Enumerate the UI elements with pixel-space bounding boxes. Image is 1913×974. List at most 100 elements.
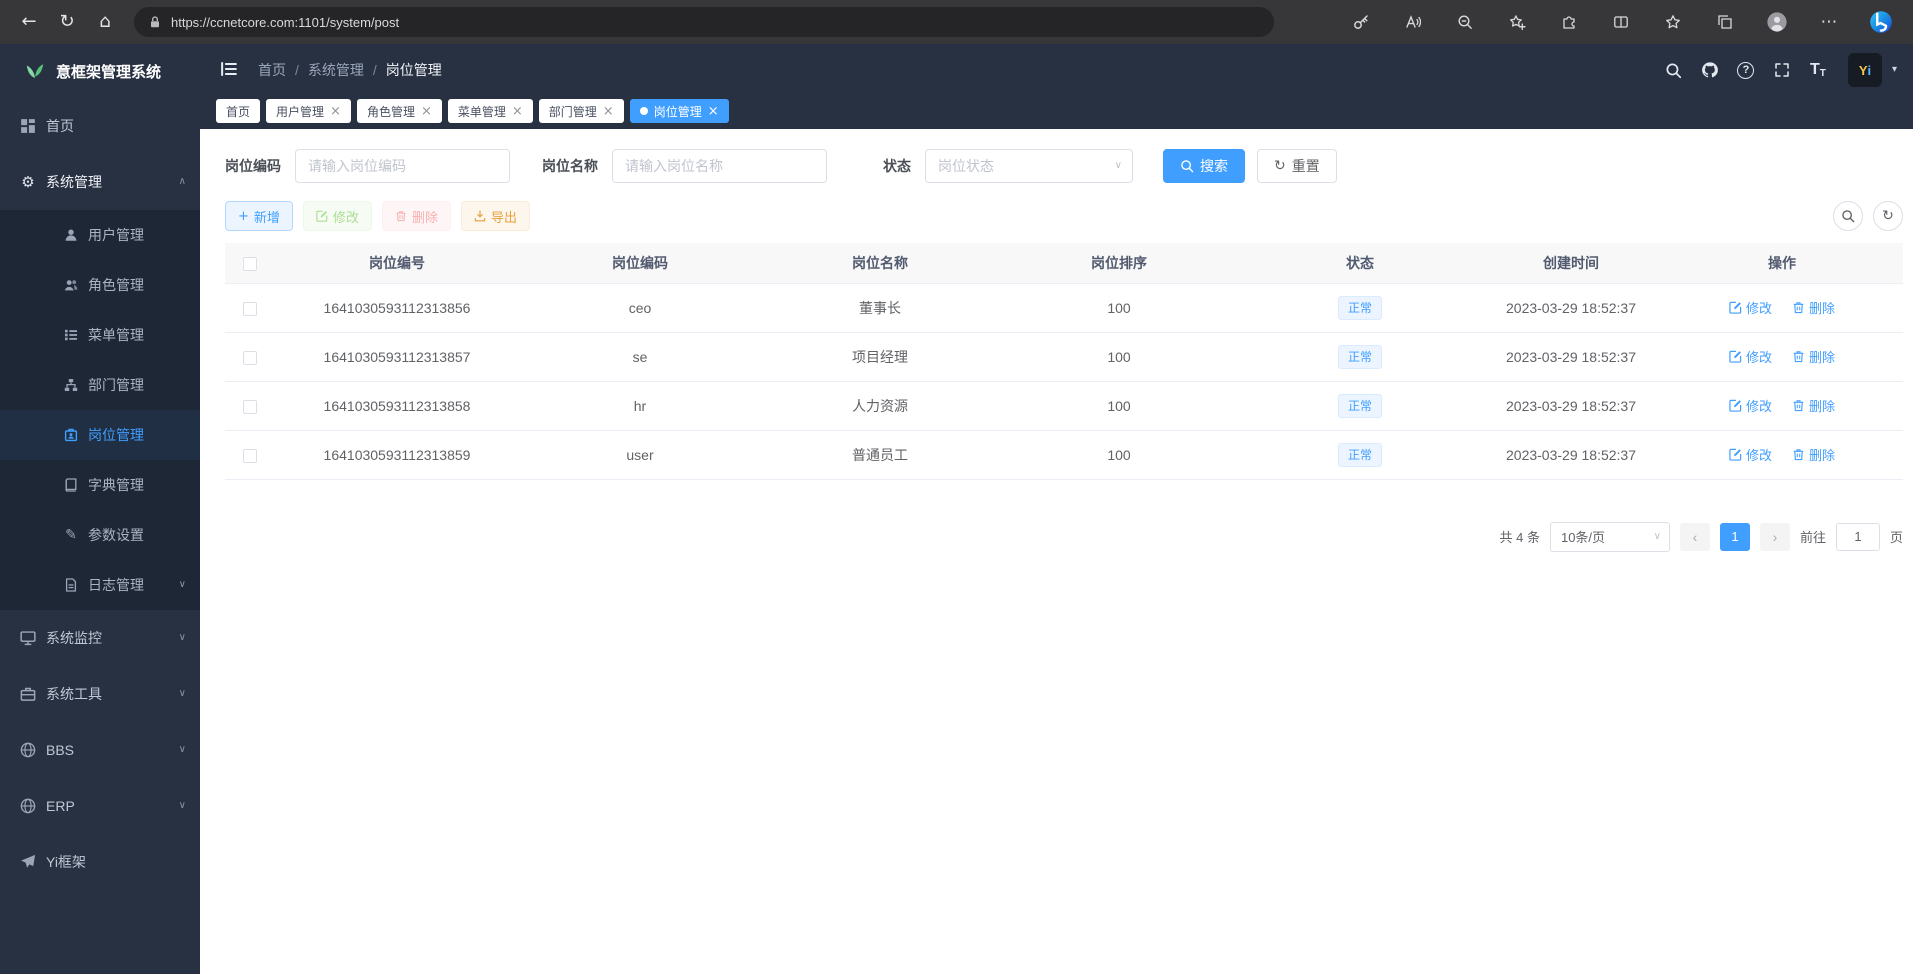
tab-role-mgmt[interactable]: 角色管理 × <box>357 99 442 123</box>
sidebar-collapse-button[interactable] <box>216 57 242 83</box>
close-icon[interactable]: × <box>603 105 614 118</box>
user-avatar[interactable] <box>1848 53 1882 87</box>
reset-button[interactable]: ↻ 重置 <box>1257 149 1337 183</box>
read-aloud-icon[interactable] <box>1391 5 1435 39</box>
extensions-icon[interactable] <box>1547 5 1591 39</box>
breadcrumb-system[interactable]: 系统管理 <box>308 60 364 80</box>
toggle-search-button[interactable] <box>1833 201 1863 231</box>
status-badge: 正常 <box>1338 443 1382 467</box>
browser-home-button[interactable]: ⌂ <box>86 5 124 39</box>
select-all-checkbox[interactable] <box>243 257 257 271</box>
post-name-input[interactable] <box>612 149 827 183</box>
site-lock-icon <box>148 15 162 29</box>
table-toolbar: + 新增 修改 删除 导出 ↻ <box>225 201 1903 231</box>
favorites-icon[interactable] <box>1651 5 1695 39</box>
filter-bar: 岗位编码 岗位名称 状态 岗位状态 ∨ 搜索 ↻ 重置 <box>225 149 1903 183</box>
col-header-post-name: 岗位名称 <box>761 243 999 283</box>
github-icon[interactable] <box>1694 54 1726 86</box>
post-code-input[interactable] <box>295 149 510 183</box>
close-icon[interactable]: × <box>330 105 341 118</box>
search-button[interactable]: 搜索 <box>1163 149 1245 183</box>
sidebar-item-home[interactable]: 首页 <box>0 98 200 154</box>
add-button[interactable]: + 新增 <box>225 201 293 231</box>
password-key-icon[interactable] <box>1339 5 1383 39</box>
refresh-icon: ↻ <box>1274 159 1286 173</box>
page-1-button[interactable]: 1 <box>1720 523 1750 551</box>
refresh-table-button[interactable]: ↻ <box>1873 201 1903 231</box>
breadcrumb-home[interactable]: 首页 <box>258 60 286 80</box>
tab-dept-mgmt[interactable]: 部门管理 × <box>539 99 624 123</box>
prev-page-button[interactable]: ‹ <box>1680 523 1710 551</box>
fullscreen-icon[interactable] <box>1766 54 1798 86</box>
delete-link[interactable]: 删除 <box>1792 298 1835 317</box>
close-icon[interactable]: × <box>708 105 719 118</box>
next-page-button[interactable]: › <box>1760 523 1790 551</box>
breadcrumb: 首页 / 系统管理 / 岗位管理 <box>258 60 442 80</box>
delete-link[interactable]: 删除 <box>1792 347 1835 366</box>
status-label: 状态 <box>883 156 911 176</box>
goto-page-input[interactable] <box>1836 523 1880 551</box>
sidebar-item-post-mgmt[interactable]: 岗位管理 <box>0 410 200 460</box>
delete-link[interactable]: 删除 <box>1792 445 1835 464</box>
edit-link[interactable]: 修改 <box>1729 396 1772 415</box>
row-checkbox[interactable] <box>243 449 257 463</box>
browser-reload-button[interactable]: ↻ <box>48 5 86 39</box>
sidebar-item-log-mgmt[interactable]: 日志管理 ∨ <box>0 560 200 610</box>
sidebar-item-dict-mgmt[interactable]: 字典管理 <box>0 460 200 510</box>
export-button[interactable]: 导出 <box>461 201 530 231</box>
tab-menu-mgmt[interactable]: 菜单管理 × <box>448 99 533 123</box>
app-logo[interactable]: 意框架管理系统 <box>0 44 200 98</box>
sidebar-item-role-mgmt[interactable]: 角色管理 <box>0 260 200 310</box>
browser-back-button[interactable]: ← <box>10 5 48 39</box>
sidebar-item-bbs[interactable]: BBS ∨ <box>0 722 200 778</box>
browser-profile-avatar[interactable] <box>1755 5 1799 39</box>
row-checkbox[interactable] <box>243 400 257 414</box>
sidebar-item-param-settings[interactable]: ✎ 参数设置 <box>0 510 200 560</box>
delete-link[interactable]: 删除 <box>1792 396 1835 415</box>
browser-more-icon[interactable]: ⋯ <box>1807 5 1851 39</box>
sidebar-item-user-mgmt[interactable]: 用户管理 <box>0 210 200 260</box>
tab-post-mgmt[interactable]: 岗位管理 × <box>630 99 729 123</box>
edit-link[interactable]: 修改 <box>1729 298 1772 317</box>
page-size-select[interactable]: 10条/页 ∨ <box>1550 522 1670 552</box>
tab-user-mgmt[interactable]: 用户管理 × <box>266 99 351 123</box>
post-code-label: 岗位编码 <box>225 156 281 176</box>
sidebar-item-dept-mgmt[interactable]: 部门管理 <box>0 360 200 410</box>
help-icon[interactable]: ? <box>1730 54 1762 86</box>
sidebar-item-menu-mgmt[interactable]: 菜单管理 <box>0 310 200 360</box>
split-screen-icon[interactable] <box>1599 5 1643 39</box>
address-bar[interactable]: https://ccnetcore.com:1101/system/post <box>134 7 1274 37</box>
sidebar-item-erp[interactable]: ERP ∨ <box>0 778 200 834</box>
sidebar-item-monitor[interactable]: 系统监控 ∨ <box>0 610 200 666</box>
chevron-down-icon: ∨ <box>179 580 186 590</box>
row-checkbox[interactable] <box>243 351 257 365</box>
globe-icon <box>20 798 36 814</box>
post-code-cell: se <box>519 332 761 381</box>
col-header-post-id: 岗位编号 <box>275 243 519 283</box>
edit-button[interactable]: 修改 <box>303 201 372 231</box>
sidebar-item-system-mgmt[interactable]: ⚙ 系统管理 ∧ <box>0 154 200 210</box>
header-search-icon[interactable] <box>1658 54 1690 86</box>
edit-link[interactable]: 修改 <box>1729 347 1772 366</box>
edit-icon <box>316 210 328 222</box>
bing-icon[interactable] <box>1859 5 1903 39</box>
sidebar-item-tools[interactable]: 系统工具 ∨ <box>0 666 200 722</box>
add-favorite-icon[interactable] <box>1495 5 1539 39</box>
delete-button[interactable]: 删除 <box>382 201 451 231</box>
font-size-icon[interactable] <box>1802 54 1834 86</box>
tab-home[interactable]: 首页 <box>216 99 260 123</box>
sidebar-item-yi-framework[interactable]: Yi框架 <box>0 834 200 890</box>
globe-icon <box>20 742 36 758</box>
status-badge: 正常 <box>1338 296 1382 320</box>
edit-link[interactable]: 修改 <box>1729 445 1772 464</box>
list-icon <box>64 328 78 342</box>
zoom-icon[interactable] <box>1443 5 1487 39</box>
close-icon[interactable]: × <box>512 105 523 118</box>
collections-icon[interactable] <box>1703 5 1747 39</box>
status-select[interactable]: 岗位状态 ∨ <box>925 149 1133 183</box>
close-icon[interactable]: × <box>421 105 432 118</box>
post-name-cell: 项目经理 <box>761 332 999 381</box>
avatar-caret-down-icon[interactable]: ▾ <box>1892 65 1897 75</box>
row-checkbox[interactable] <box>243 302 257 316</box>
post-id-cell: 1641030593112313856 <box>275 283 519 332</box>
